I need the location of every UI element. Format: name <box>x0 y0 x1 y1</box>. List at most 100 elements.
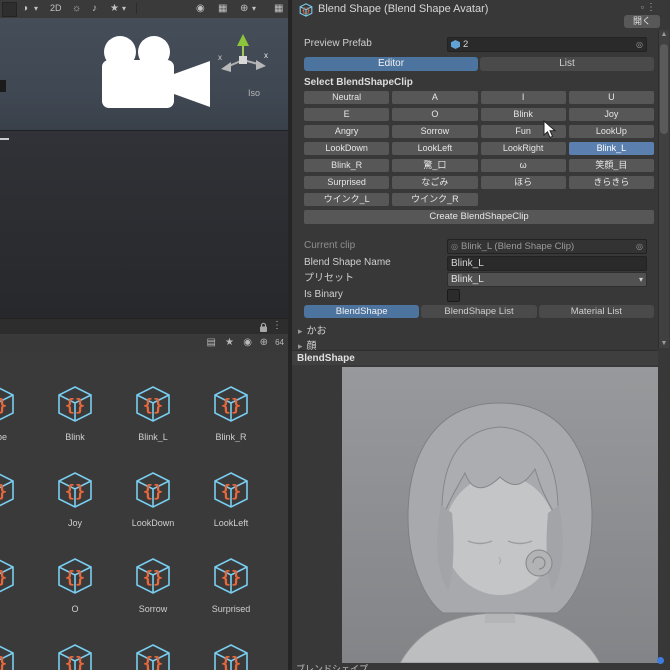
open-button[interactable]: 開く <box>624 15 660 28</box>
shading-mode-icon[interactable]: ◑ <box>22 2 28 15</box>
clip-button[interactable]: U <box>569 91 654 104</box>
tab-editor[interactable]: Editor <box>304 57 478 71</box>
clip-button[interactable]: LookLeft <box>392 142 477 155</box>
asset-item[interactable]: {} <box>192 640 270 670</box>
svg-text:{}: {} <box>0 396 7 416</box>
asset-item[interactable]: {}Blink_L <box>114 382 192 442</box>
asset-item[interactable]: {}Blink <box>36 382 114 442</box>
list-view-icon[interactable]: ▤ <box>207 337 216 349</box>
clip-button[interactable]: なごみ <box>392 176 477 189</box>
gizmos-icon[interactable]: ⊕ <box>240 2 248 15</box>
toolbar-separator <box>136 3 137 14</box>
grid-icon[interactable]: ▦ <box>218 2 227 15</box>
lighting-icon[interactable]: ☼ <box>72 2 81 15</box>
clip-button[interactable]: 笑顔_目 <box>569 159 654 172</box>
orientation-gizmo[interactable]: x x <box>214 30 272 86</box>
clip-button[interactable]: I <box>481 91 566 104</box>
svg-text:{}: {} <box>143 568 163 588</box>
tab-blendshape-list[interactable]: BlendShape List <box>421 305 536 318</box>
tab-list[interactable]: List <box>480 57 654 71</box>
visibility-eye-icon[interactable]: ◉ <box>243 337 252 349</box>
preview-prefab-field[interactable]: 2 ◎ <box>447 37 647 52</box>
2d-toggle[interactable]: 2D <box>50 2 62 15</box>
avatar-preview-image[interactable] <box>342 367 658 663</box>
clip-button[interactable]: Angry <box>304 125 389 138</box>
asset-item[interactable]: {} <box>36 640 114 670</box>
clip-button[interactable]: LookRight <box>481 142 566 155</box>
clip-button[interactable]: A <box>392 91 477 104</box>
scene-gizmo-line <box>0 138 9 140</box>
asset-item[interactable]: {}Blink_R <box>192 382 270 442</box>
asset-label: LookDown <box>114 518 192 528</box>
clip-button[interactable]: E <box>304 108 389 121</box>
asset-label: Blink_R <box>192 432 270 442</box>
asset-item[interactable]: {}hape <box>0 382 36 442</box>
asset-item[interactable]: {}al <box>0 554 36 614</box>
clip-button[interactable]: O <box>392 108 477 121</box>
zoom-icon[interactable]: ⊕ <box>260 337 268 349</box>
preset-dropdown[interactable]: Blink_L ▾ <box>447 272 647 287</box>
chevron-down-icon[interactable]: ▾ <box>34 2 38 15</box>
clip-button[interactable]: Joy <box>569 108 654 121</box>
scroll-down-icon[interactable]: ▼ <box>659 340 669 347</box>
blend-shape-name-label: Blend Shape Name <box>304 255 391 270</box>
panel-menu-icon[interactable]: ⋮ <box>272 320 282 331</box>
visibility-eye-icon[interactable]: ◉ <box>196 2 205 15</box>
asset-item[interactable]: {} <box>0 640 36 670</box>
foldout-kao[interactable]: ▸かお <box>298 322 327 337</box>
clip-button[interactable]: Sorrow <box>392 125 477 138</box>
object-picker-icon[interactable]: ◎ <box>636 40 643 49</box>
notification-dot[interactable] <box>657 657 664 664</box>
asset-item[interactable]: {} <box>0 468 36 518</box>
object-picker-icon[interactable]: ◎ <box>636 242 643 251</box>
clip-button[interactable]: 驚_口 <box>392 159 477 172</box>
clip-button[interactable]: Blink_R <box>304 159 389 172</box>
clip-button[interactable]: Surprised <box>304 176 389 189</box>
dock-icon[interactable]: ▫ <box>641 2 644 12</box>
audio-icon[interactable]: ♪ <box>92 2 97 15</box>
asset-label: al <box>0 604 36 614</box>
clip-button[interactable]: ω <box>481 159 566 172</box>
clip-button[interactable]: Neutral <box>304 91 389 104</box>
asset-item[interactable]: {}Joy <box>36 468 114 528</box>
inspector-scrollbar[interactable]: ▲ ▼ <box>658 30 669 348</box>
current-clip-field[interactable]: ◎ Blink_L (Blend Shape Clip) ◎ <box>447 239 647 254</box>
tab-blendshape[interactable]: BlendShape <box>304 305 419 318</box>
asset-item[interactable]: {}O <box>36 554 114 614</box>
preview-prefab-label: Preview Prefab <box>304 36 372 51</box>
preset-value: Blink_L <box>451 274 484 285</box>
scroll-up-icon[interactable]: ▲ <box>659 31 669 38</box>
blend-shape-name-value: Blink_L <box>451 258 484 269</box>
clip-button[interactable]: ほら <box>481 176 566 189</box>
prefab-icon <box>451 40 460 49</box>
asset-item[interactable]: {}LookDown <box>114 468 192 528</box>
tool-tile[interactable] <box>2 2 17 17</box>
asset-item[interactable]: {} <box>114 640 192 670</box>
asset-item[interactable]: {}LookLeft <box>192 468 270 528</box>
projection-mode-label[interactable]: Iso <box>248 88 260 98</box>
svg-text:{}: {} <box>221 482 241 502</box>
scrollbar-thumb[interactable] <box>660 44 668 134</box>
clip-button[interactable]: Blink_L <box>569 142 654 155</box>
clip-button[interactable]: LookDown <box>304 142 389 155</box>
lock-icon[interactable] <box>259 322 268 333</box>
project-asset-grid[interactable]: {}hape{}Blink{}Blink_L{}Blink_R{}{}Joy{}… <box>0 352 290 670</box>
asset-item[interactable]: {}Surprised <box>192 554 270 614</box>
clip-button[interactable]: ウインク_L <box>304 193 389 206</box>
window-menu-icon[interactable]: ⋮ <box>646 2 656 13</box>
chevron-down-icon[interactable]: ▾ <box>122 2 126 15</box>
scene-view[interactable]: x x Iso <box>0 18 290 318</box>
create-blendshapeclip-button[interactable]: Create BlendShapeClip <box>304 210 654 224</box>
clip-button[interactable]: LookUp <box>569 125 654 138</box>
tab-material-list[interactable]: Material List <box>539 305 654 318</box>
chevron-down-icon[interactable]: ▾ <box>252 2 256 15</box>
favorites-star-icon[interactable]: ★ <box>225 337 234 349</box>
is-binary-checkbox[interactable] <box>447 289 460 302</box>
clip-button[interactable]: きらきら <box>569 176 654 189</box>
clip-button[interactable]: ウインク_R <box>392 193 477 206</box>
camera-gizmo-icon[interactable] <box>90 30 215 122</box>
asset-item[interactable]: {}Sorrow <box>114 554 192 614</box>
blend-shape-name-input[interactable]: Blink_L <box>447 256 647 271</box>
effects-icon[interactable]: ★ <box>110 2 119 15</box>
clipped-toolbar-icon[interactable]: ▦ <box>274 2 283 15</box>
